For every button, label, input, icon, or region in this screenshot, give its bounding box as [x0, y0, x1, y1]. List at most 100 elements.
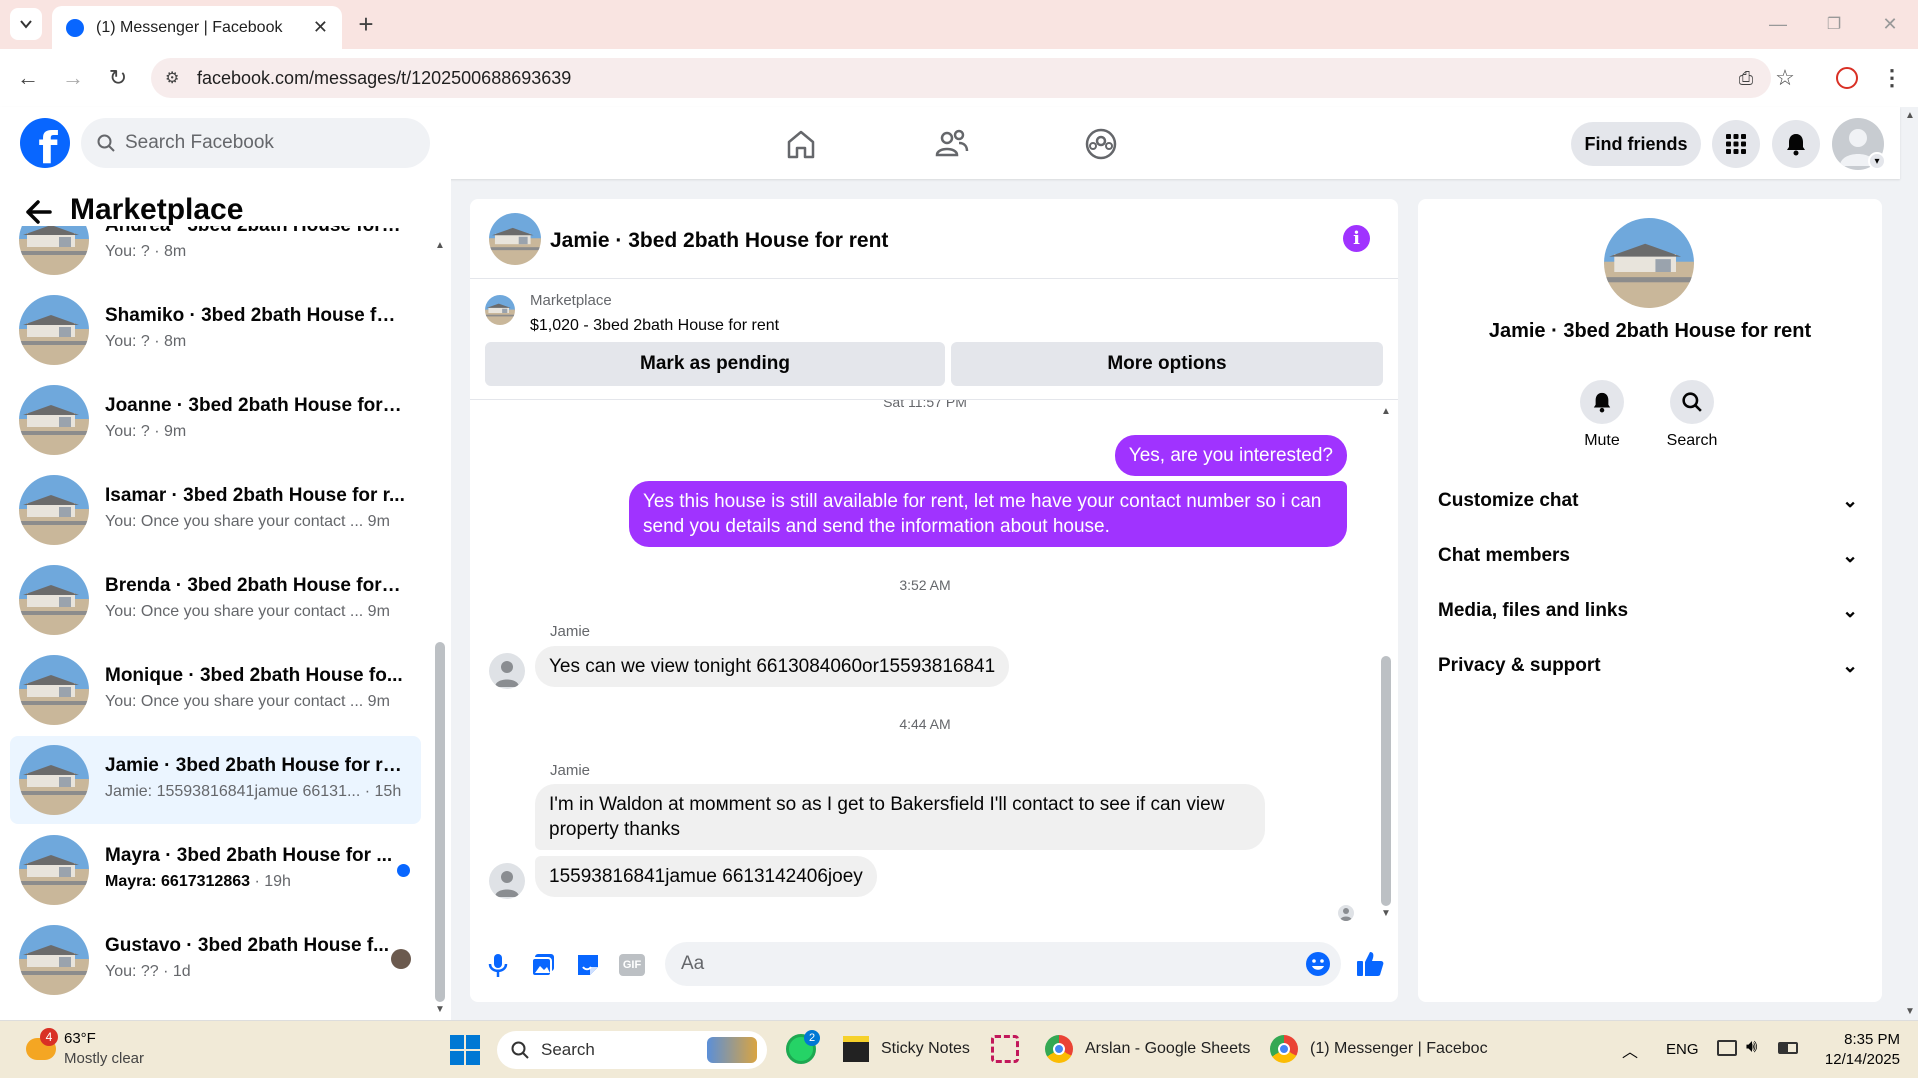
conversation-list: Andrea · 3bed 2bath House for r... You: …	[0, 226, 440, 1020]
sender-avatar[interactable]	[489, 863, 525, 899]
tab-search-icon[interactable]	[10, 8, 42, 40]
clock-time[interactable]: 8:35 PM	[1810, 1031, 1900, 1048]
menu-grid-icon[interactable]	[1712, 120, 1760, 168]
mark-as-pending-button[interactable]: Mark as pending	[485, 342, 945, 386]
chat-title[interactable]: Jamie · 3bed 2bath House for rent	[550, 229, 888, 253]
notifications-bell-icon[interactable]	[1772, 120, 1820, 168]
chat-members-section[interactable]: Chat members ⌄	[1438, 536, 1858, 576]
sticker-icon[interactable]	[574, 951, 602, 979]
bell-icon	[1593, 392, 1611, 413]
network-icon[interactable]	[1717, 1040, 1737, 1056]
weather-widget[interactable]: 4 63°F Mostly clear	[22, 1028, 182, 1072]
seen-indicator-icon	[1338, 905, 1354, 921]
mute-button[interactable]	[1580, 380, 1624, 424]
gif-icon[interactable]: GIF	[619, 954, 645, 976]
close-tab-icon[interactable]: ✕	[313, 17, 328, 38]
conversation-item-brenda[interactable]: Brenda · 3bed 2bath House for r... You: …	[10, 556, 421, 644]
conversation-item-gustavo[interactable]: Gustavo · 3bed 2bath House f... You: ?? …	[10, 916, 421, 1004]
conversation-item-mayra[interactable]: Mayra · 3bed 2bath House for ... Mayra: …	[10, 826, 421, 914]
details-avatar[interactable]	[1604, 218, 1694, 308]
bookmark-star-icon[interactable]: ☆	[1769, 62, 1801, 94]
microphone-icon[interactable]	[484, 951, 512, 979]
groups-icon[interactable]	[1081, 124, 1121, 164]
privacy-support-section[interactable]: Privacy & support ⌄	[1438, 646, 1858, 686]
home-icon[interactable]	[781, 124, 821, 164]
message-placeholder: Aa	[681, 953, 705, 974]
taskbar-search[interactable]: Search	[497, 1031, 767, 1069]
taskbar-sticky-notes[interactable]: Sticky Notes	[843, 1029, 970, 1069]
details-title: Jamie · 3bed 2bath House for rent	[1488, 320, 1812, 342]
outgoing-message[interactable]: Yes this house is still available for re…	[629, 481, 1347, 547]
scroll-up-arrow-icon[interactable]: ▲	[1381, 406, 1391, 417]
scroll-down-arrow-icon[interactable]: ▼	[435, 1004, 445, 1015]
volume-icon[interactable]: 🔊︎	[1746, 1036, 1757, 1057]
language-indicator[interactable]: ENG	[1666, 1041, 1699, 1058]
chevron-down-icon: ⌄	[1842, 545, 1858, 567]
conversation-info-icon[interactable]: i	[1343, 225, 1370, 252]
conversation-item-shamiko[interactable]: Shamiko · 3bed 2bath House for... You: ?…	[10, 286, 421, 374]
address-bar[interactable]: ⚙ facebook.com/messages/t/12025006886936…	[151, 58, 1771, 98]
chat-header-avatar[interactable]	[489, 213, 541, 265]
site-info-icon[interactable]: ⚙	[165, 68, 179, 88]
search-in-chat-button[interactable]	[1670, 380, 1714, 424]
emoji-icon[interactable]	[1305, 951, 1331, 977]
clock-date[interactable]: 12/14/2025	[1810, 1051, 1900, 1068]
restore-window-icon[interactable]: ❐	[1818, 8, 1850, 40]
account-chevron-icon[interactable]: ▾	[1868, 152, 1886, 170]
thumbs-up-icon[interactable]	[1355, 949, 1385, 979]
photo-attach-icon[interactable]	[529, 951, 557, 979]
search-placeholder: Search Facebook	[125, 132, 274, 153]
media-files-links-section[interactable]: Media, files and links ⌄	[1438, 591, 1858, 631]
snipping-tool-icon[interactable]	[991, 1035, 1019, 1063]
messages-scrollbar[interactable]: ▲ ▼	[1381, 406, 1391, 926]
scroll-up-arrow-icon[interactable]: ▲	[435, 240, 445, 251]
timestamp: 3:52 AM	[899, 577, 951, 593]
taskbar-google-sheets[interactable]: Arslan - Google Sheets	[1045, 1029, 1250, 1069]
weather-badge: 4	[40, 1028, 58, 1046]
install-app-icon[interactable]: ⎙	[1730, 62, 1762, 94]
windows-start-icon[interactable]	[450, 1035, 480, 1065]
friends-icon[interactable]	[932, 124, 972, 164]
outgoing-message[interactable]: Yes, are you interested?	[1114, 435, 1347, 476]
conversation-item-andrea[interactable]: Andrea · 3bed 2bath House for r... You: …	[10, 226, 421, 284]
incoming-message[interactable]: Yes can we view tonight 6613084060or1559…	[535, 646, 1010, 687]
incoming-message[interactable]: I'm in Waldon at mомment so as I get to …	[535, 784, 1265, 850]
sender-avatar[interactable]	[489, 653, 525, 689]
message-input[interactable]: Aa	[665, 942, 1341, 986]
conversation-item-joanne[interactable]: Joanne · 3bed 2bath House for r... You: …	[10, 376, 421, 464]
facebook-search-input[interactable]: Search Facebook	[81, 118, 430, 168]
conversation-list-scrollbar[interactable]: ▲ ▼	[435, 240, 445, 1018]
browser-tab-messenger[interactable]: (1) Messenger | Facebook ✕	[52, 6, 342, 49]
conversation-item-isamar[interactable]: Isamar · 3bed 2bath House for r... You: …	[10, 466, 421, 554]
back-icon[interactable]: ←	[12, 62, 44, 94]
chrome-menu-icon[interactable]: ⋮	[1876, 62, 1908, 94]
reload-icon[interactable]: ↻	[102, 62, 134, 94]
profile-icon[interactable]	[1831, 62, 1863, 94]
show-hidden-icons-chevron-icon[interactable]: ︿	[1622, 1038, 1638, 1062]
conversation-item-monique[interactable]: Monique · 3bed 2bath House fo... You: On…	[10, 646, 421, 734]
facebook-logo-icon[interactable]: f	[20, 118, 70, 168]
scroll-up-arrow-icon[interactable]: ▲	[1905, 110, 1915, 121]
tab-title: (1) Messenger | Facebook	[96, 18, 283, 36]
conversation-item-jamie[interactable]: Jamie · 3bed 2bath House for rent Jamie:…	[10, 736, 421, 824]
page-scrollbar[interactable]: ▲ ▼	[1905, 110, 1915, 1020]
more-options-button[interactable]: More options	[951, 342, 1383, 386]
listing-title[interactable]: $1,020 - 3bed 2bath House for rent	[530, 317, 779, 335]
sheets-window-label: Arslan - Google Sheets	[1085, 1040, 1251, 1057]
new-tab-icon[interactable]: +	[350, 8, 382, 40]
close-window-icon[interactable]: ✕	[1874, 8, 1906, 40]
section-label: Media, files and links	[1438, 600, 1629, 621]
scrollbar-thumb[interactable]	[435, 642, 445, 1002]
battery-icon[interactable]	[1778, 1042, 1798, 1054]
taskbar-messenger-window[interactable]: (1) Messenger | Faceboc	[1270, 1029, 1488, 1069]
scroll-down-arrow-icon[interactable]: ▼	[1905, 1006, 1915, 1017]
forward-icon[interactable]: →	[57, 62, 89, 94]
customize-chat-section[interactable]: Customize chat ⌄	[1438, 481, 1858, 521]
scroll-down-arrow-icon[interactable]: ▼	[1381, 908, 1391, 919]
incoming-message[interactable]: 15593816841jamue 6613142406joey	[535, 856, 877, 897]
conversation-snippet: Jamie: 15593816841jamue 66131... · 15h	[105, 783, 402, 800]
find-friends-button[interactable]: Find friends	[1571, 122, 1701, 166]
search-icon	[1682, 392, 1702, 412]
minimize-window-icon[interactable]: —	[1762, 8, 1794, 40]
scrollbar-thumb[interactable]	[1381, 656, 1391, 906]
